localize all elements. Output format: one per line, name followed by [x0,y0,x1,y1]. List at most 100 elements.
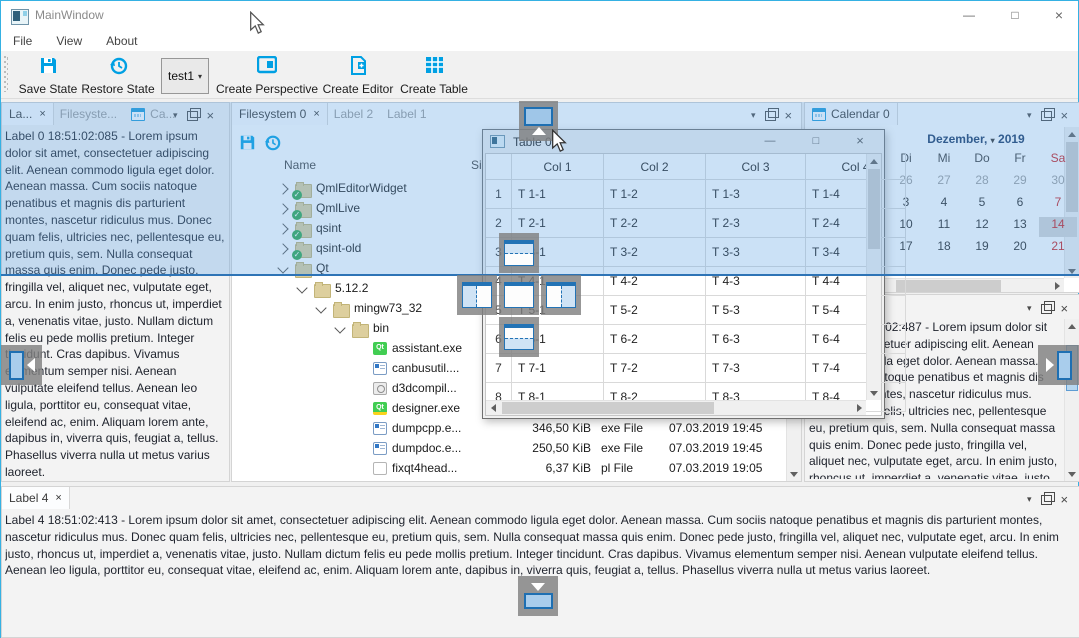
file-size: 250,50 KiB [511,441,591,455]
create-table-label: Create Table [400,82,468,96]
mouse-cursor-drag [550,129,568,158]
drop-indicator-right-edge[interactable] [1038,345,1079,385]
tree-item-label: d3dcompil... [392,381,457,395]
label5-scroll-up-icon[interactable] [1065,319,1079,333]
menu-bar: FileViewAbout [1,31,1078,51]
chevron-down-icon: ▾ [198,72,202,81]
table-row-number[interactable]: 7 [486,354,512,383]
tab-label-4[interactable]: Label 4 × [2,487,69,509]
app-icon [373,422,387,435]
restore-state-button[interactable]: Restore State [79,56,157,96]
create-editor-button[interactable]: Create Editor [321,56,395,96]
tree-item-label: dumpdoc.e... [392,441,461,455]
label5-vscrollbar[interactable] [1064,319,1079,481]
chevron-down-icon[interactable] [334,322,345,333]
restore-state-label: Restore State [81,82,154,96]
editor-icon [350,56,367,78]
menu-item-file[interactable]: File [1,31,44,51]
perspective-combo-value: test1 [168,69,194,83]
table-cell[interactable]: T 7-3 [706,354,806,383]
table-cell[interactable]: T 6-2 [604,325,706,354]
drop-indicator-split-top[interactable] [499,233,539,273]
chevron-down-icon[interactable] [315,302,326,313]
tab-label: Label 4 [9,491,48,505]
folder-icon [314,284,331,298]
title-bar: MainWindow — □ × [1,1,1078,31]
tree-row[interactable]: dumpdoc.e... 250,50 KiB exe File 07.03.2019… [231,439,785,459]
file-type: exe File [601,421,643,435]
dock-menu-icon[interactable]: ▾ [1027,494,1032,505]
dock-close-icon[interactable]: × [1061,301,1069,316]
menu-item-about[interactable]: About [94,31,149,51]
tree-row[interactable]: fixqt4head...6,37 KiBpl File07.03.2019 1… [231,459,785,479]
table-hscrollbar[interactable] [486,400,866,415]
chevron-down-icon[interactable] [296,282,307,293]
calendar-hscrollbar-thumb[interactable] [896,280,1001,292]
tree-row[interactable]: dumpcpp.e...346,50 KiBexe File07.03.2019… [231,419,785,439]
table-cell[interactable]: T 6-4 [806,325,906,354]
save-state-label: Save State [19,82,78,96]
dock-menu-icon[interactable]: ▾ [1027,303,1032,314]
create-editor-label: Create Editor [323,82,394,96]
arrow-up-icon [532,127,546,135]
save-icon [39,56,58,78]
folder-icon [333,304,350,318]
tree-item-label: designer.exe [392,401,460,415]
perspective-combo[interactable]: test1 ▾ [161,58,209,94]
table-icon [425,56,444,77]
table-scroll-down-icon[interactable] [867,386,881,400]
tree-item-label: bin [373,321,389,335]
drop-indicator-split-left[interactable] [457,275,497,315]
drop-indicator-split-right[interactable] [541,275,581,315]
table-cell[interactable]: T 7-1 [512,354,604,383]
table-cell[interactable]: T 5-2 [604,296,706,325]
arrow-left-icon [27,358,35,372]
drop-indicator-bottom-edge[interactable] [518,576,558,616]
drop-indicator-left-edge[interactable] [1,345,42,385]
window-title: MainWindow [35,8,104,22]
create-perspective-button[interactable]: Create Perspective [217,56,317,96]
table-cell[interactable]: T 7-4 [806,354,906,383]
minimize-button[interactable]: — [949,1,989,29]
tab-close-icon[interactable]: × [55,492,61,504]
perspective-icon [257,56,277,77]
folder-icon [352,324,369,338]
dock-close-icon[interactable]: × [1061,492,1069,507]
drop-indicator-center-tab[interactable] [499,275,539,315]
dll-icon [373,382,387,395]
table-cell[interactable]: T 7-2 [604,354,706,383]
table-cell[interactable]: T 5-3 [706,296,806,325]
maximize-button[interactable]: □ [995,1,1035,29]
menu-item-view[interactable]: View [44,31,94,51]
tree-item-label: mingw73_32 [354,301,422,315]
file-icon [373,462,387,475]
toolbar-handle[interactable] [4,56,8,92]
tree-item-label: assistant.exe [392,341,462,355]
tree-item-label: 5.12.2 [335,281,368,295]
fs-scroll-down-icon[interactable] [787,467,801,481]
float-icon[interactable] [1041,495,1052,505]
create-table-button[interactable]: Create Table [399,56,469,96]
tree-item-label: fixqt4head... [392,461,457,475]
file-modified: 07.03.2019 19:45 [669,441,762,455]
file-type: pl File [601,461,633,475]
app-icon [373,442,387,455]
drop-indicator-split-bottom[interactable] [499,317,539,357]
tree-item-label: canbusutil.... [392,361,459,375]
file-modified: 07.03.2019 19:05 [669,461,762,475]
table-cell[interactable]: T 5-4 [806,296,906,325]
float-icon[interactable] [1041,304,1052,314]
label4-dock-buttons: ▾ × [1027,492,1068,507]
file-type: exe File [601,441,643,455]
qt-designer-icon: Qt [373,402,387,415]
table-hscrollbar-thumb[interactable] [502,402,714,414]
calendar-scroll-right-icon[interactable] [1050,279,1064,293]
table-scroll-left-icon[interactable] [486,401,500,415]
table-cell[interactable]: T 6-3 [706,325,806,354]
table-scroll-right-icon[interactable] [852,401,866,415]
save-state-button[interactable]: Save State [13,56,83,96]
create-perspective-label: Create Perspective [216,82,318,96]
close-button[interactable]: × [1039,1,1079,29]
mouse-cursor [248,11,266,40]
label5-scroll-down-icon[interactable] [1065,467,1079,481]
